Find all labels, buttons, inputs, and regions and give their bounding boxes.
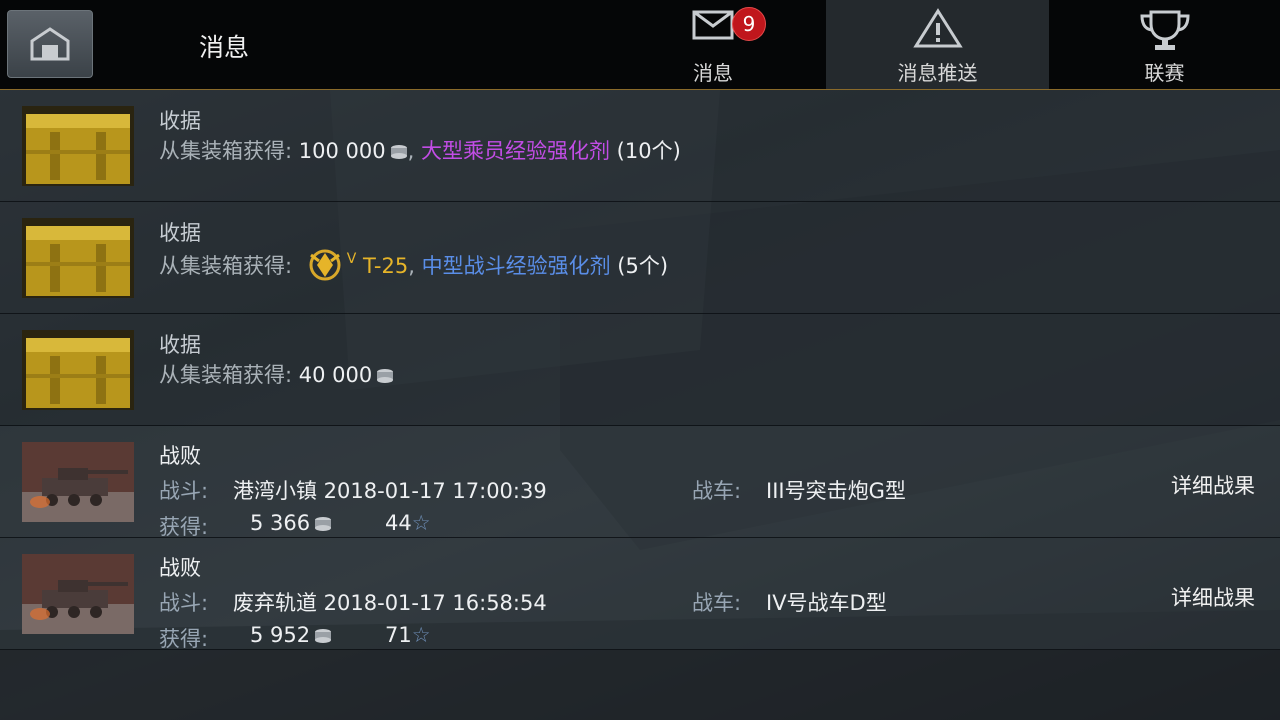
tab-league-label: 联赛 <box>1144 61 1185 85</box>
message-row[interactable]: 收据 从集装箱获得: V T-25, 中型战斗经验强化剂 (5个) <box>0 202 1280 314</box>
gold-container-icon <box>22 106 134 186</box>
vehicle-label: 战车: <box>692 479 742 503</box>
silver-coin-icon <box>377 369 394 383</box>
unread-badge: 9 <box>732 7 766 41</box>
earned-label: 获得: <box>159 515 209 539</box>
battle-label: 战斗: <box>159 591 209 615</box>
container-thumbnail <box>22 330 134 410</box>
trophy-icon <box>1139 10 1190 50</box>
container-thumbnail <box>22 106 134 186</box>
reward-line: 从集装箱获得: 100 000, 大型乘员经验强化剂 (10个) <box>159 139 681 163</box>
message-row[interactable]: 收据 从集装箱获得: 40 000 <box>0 314 1280 426</box>
item-count: (10个) <box>616 139 681 163</box>
item-name: 大型乘员经验强化剂 <box>420 139 610 163</box>
item-name: 中型战斗经验强化剂 <box>421 254 611 278</box>
gold-container-icon <box>22 330 134 410</box>
silver-coin-icon <box>315 517 332 531</box>
earned-xp: 71☆ <box>385 623 431 647</box>
tank-rank-emblem-icon <box>309 249 341 281</box>
earned-xp: 44☆ <box>385 511 431 535</box>
tab-messages-label: 消息 <box>693 61 733 85</box>
tab-league[interactable]: 联赛 <box>1049 0 1280 89</box>
tab-push-messages[interactable]: 消息推送 <box>826 0 1049 89</box>
tab-messages[interactable]: 消息 <box>600 0 826 89</box>
earned-credits: 5 952 <box>250 623 332 647</box>
earned-label: 获得: <box>159 627 209 651</box>
vehicle-label: 战车: <box>692 591 742 615</box>
tank-image-icon <box>22 442 134 522</box>
container-thumbnail <box>22 218 134 298</box>
battle-result-row[interactable]: 战败 战斗: 港湾小镇 2018-01-17 17:00:39 战车: III号… <box>0 426 1280 539</box>
star-icon: ☆ <box>411 623 431 647</box>
warning-icon <box>912 8 963 48</box>
details-button[interactable]: 详细战果 <box>1171 582 1255 612</box>
battle-map-time: 港湾小镇 2018-01-17 17:00:39 <box>233 479 547 503</box>
reward-line: 从集装箱获得: V T-25, 中型战斗经验强化剂 (5个) <box>159 247 668 281</box>
reward-line: 从集装箱获得: 40 000 <box>159 359 394 389</box>
vehicle-name: IV号战车D型 <box>766 591 887 615</box>
battle-result: 战败 <box>159 556 201 580</box>
battle-result-row[interactable]: 战败 战斗: 废弃轨道 2018-01-17 16:58:54 战车: IV号战… <box>0 538 1280 651</box>
battle-label: 战斗: <box>159 479 209 503</box>
details-button[interactable]: 详细战果 <box>1171 470 1255 500</box>
star-icon: ☆ <box>411 511 431 535</box>
tank-image-icon <box>22 554 134 634</box>
message-row[interactable]: 收据 从集装箱获得: 100 000, 大型乘员经验强化剂 (10个) <box>0 90 1280 202</box>
gold-container-icon <box>22 218 134 298</box>
tank-name: T-25 <box>363 254 409 278</box>
credits-amount: 100 000 <box>298 139 386 163</box>
earned-credits: 5 366 <box>250 511 332 535</box>
message-title: 收据 <box>159 109 201 133</box>
silver-coin-icon <box>390 145 407 159</box>
top-bar: 消息 消息 9 消息推送 联赛 <box>0 0 1280 90</box>
page-title: 消息 <box>199 33 250 62</box>
source-label: 从集装箱获得: <box>159 363 293 387</box>
tank-tier: V <box>346 251 357 267</box>
item-count: (5个) <box>617 254 669 278</box>
credits-amount: 40 000 <box>298 363 373 387</box>
battle-result: 战败 <box>159 444 201 468</box>
tank-thumbnail <box>22 554 134 634</box>
source-label: 从集装箱获得: <box>159 139 293 163</box>
message-title: 收据 <box>159 333 201 357</box>
silver-coin-icon <box>315 629 332 643</box>
envelope-icon <box>692 10 734 40</box>
tab-push-messages-label: 消息推送 <box>897 61 978 85</box>
home-button[interactable] <box>7 10 93 78</box>
source-label: 从集装箱获得: <box>159 254 293 278</box>
tank-thumbnail <box>22 442 134 522</box>
home-icon <box>30 27 70 61</box>
battle-map-time: 废弃轨道 2018-01-17 16:58:54 <box>233 591 547 615</box>
message-title: 收据 <box>159 221 201 245</box>
vehicle-name: III号突击炮G型 <box>766 479 906 503</box>
